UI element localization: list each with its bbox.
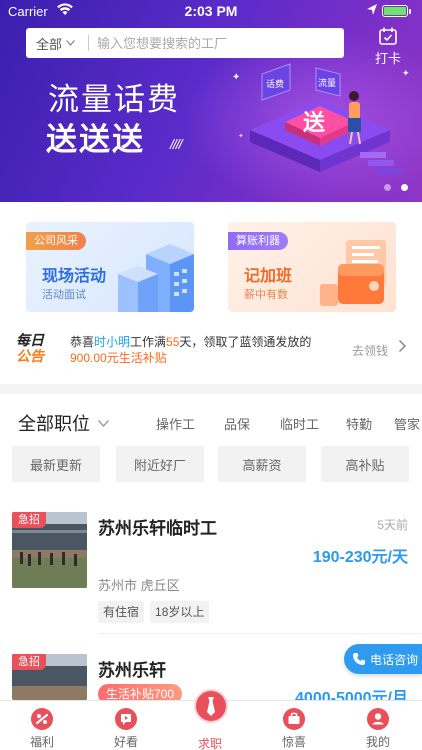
chevron-down-icon <box>66 40 75 46</box>
category-tab[interactable]: 特勤 <box>346 414 394 433</box>
category-tab[interactable]: 操作工 <box>156 414 224 433</box>
job-tags: 有住宿 18岁以上 <box>98 601 210 623</box>
clock: 2:03 PM <box>184 3 238 19</box>
banner-slashes: //// <box>170 136 183 152</box>
battery-icon <box>382 5 411 17</box>
tab-label: 惊喜 <box>281 735 306 749</box>
tab-video[interactable]: 好看 <box>84 701 168 750</box>
carousel-dot[interactable] <box>384 184 391 191</box>
carousel-indicator[interactable] <box>384 184 408 191</box>
phone-consult-label: 电话咨询 <box>370 652 419 667</box>
all-positions-dropdown[interactable]: 全部职位 <box>18 410 109 436</box>
wallet-icon <box>320 240 386 306</box>
sign-left-text: 话费 <box>266 78 284 90</box>
promo-card-events[interactable]: 公司风采 现场活动 活动面试 <box>26 222 194 312</box>
quick-filter-chips: 最新更新 附近好厂 高薪资 高补贴 <box>12 446 422 482</box>
search-scope-select[interactable]: 全部 <box>26 34 88 53</box>
notice-name: 时小明 <box>94 335 131 349</box>
calendar-check-icon <box>379 27 397 45</box>
search-bar[interactable]: 全部 <box>26 28 344 58</box>
position-filter-row: 全部职位 操作工 品保 临时工 特勤 管家 <box>0 404 422 440</box>
job-divider <box>98 633 422 634</box>
chevron-right-icon[interactable] <box>398 339 407 353</box>
svg-text:✦: ✦ <box>232 72 240 83</box>
job-posted-time: 5天前 <box>377 518 408 532</box>
category-tabs: 操作工 品保 临时工 特勤 管家 <box>156 414 422 433</box>
buildings-icon <box>118 244 194 312</box>
job-title: 苏州乐轩临时工 <box>98 519 217 538</box>
promo-card-overtime[interactable]: 算账利器 记加班 薪中有数 <box>228 222 396 312</box>
chip-nearby[interactable]: 附近好厂 <box>116 446 204 482</box>
promo-tag: 算账利器 <box>228 232 288 250</box>
sign-right-text: 流量 <box>318 77 336 89</box>
daily-notice-logo-line1: 每日 <box>16 332 44 348</box>
notice-amount: 900.00元生活补贴 <box>70 351 167 365</box>
tab-label: 求职 <box>197 737 222 750</box>
urgent-badge: 急招 <box>12 512 46 528</box>
urgent-badge: 急招 <box>12 654 46 670</box>
tab-label: 我的 <box>365 735 390 749</box>
search-scope-label: 全部 <box>36 36 63 52</box>
all-positions-label: 全部职位 <box>18 414 90 434</box>
claim-money-link[interactable]: 去领钱 <box>352 342 388 359</box>
tab-label: 福利 <box>29 735 54 749</box>
chip-latest[interactable]: 最新更新 <box>12 446 100 482</box>
daily-notice-logo: 每日 公告 <box>16 332 50 364</box>
category-tab[interactable]: 管家 <box>394 414 422 433</box>
notice-mid: 工作满 <box>130 335 167 349</box>
notice-days: 55 <box>166 335 180 349</box>
tab-welfare[interactable]: 福利 <box>0 701 84 750</box>
svg-text:送: 送 <box>303 110 325 136</box>
search-input[interactable] <box>89 28 344 58</box>
profile-icon <box>367 708 389 730</box>
job-tag: 有住宿 <box>98 601 145 623</box>
carousel-dot-active[interactable] <box>401 184 408 191</box>
job-title: 苏州乐轩 <box>98 661 166 680</box>
chip-high-salary[interactable]: 高薪资 <box>218 446 306 482</box>
chip-high-subsidy[interactable]: 高补贴 <box>321 446 409 482</box>
top-banner[interactable]: Carrier 2:03 PM 全部 打卡 流量话费 送送送 //// <box>0 0 422 202</box>
chevron-down-icon <box>98 419 109 427</box>
phone-consult-button[interactable]: 电话咨询 <box>344 644 422 674</box>
sign-left: 话费 <box>261 63 291 101</box>
promo-subtitle: 活动面试 <box>42 289 86 301</box>
banner-illustration: 送 话费 流量 ✦ ✦ ✦ <box>232 63 410 174</box>
status-bar: Carrier 2:03 PM <box>0 0 422 22</box>
phone-icon <box>353 653 365 665</box>
promo-title: 记加班 <box>244 268 293 285</box>
promo-subtitle: 薪中有数 <box>244 289 288 301</box>
svg-text:✦: ✦ <box>238 132 244 140</box>
tie-icon <box>194 689 228 723</box>
job-tag: 18岁以上 <box>150 601 210 623</box>
banner-title-line1: 流量话费 <box>48 82 180 117</box>
bottom-tab-bar: 福利 好看 求职 惊喜 我的 <box>0 689 422 750</box>
daily-notice[interactable]: 每日 公告 恭喜时小明工作满55天，领取了蓝领通发放的 900.00元生活补贴 … <box>0 326 422 372</box>
welfare-icon <box>31 708 53 730</box>
location-arrow-icon <box>367 4 377 15</box>
job-thumbnail: 急招 <box>12 512 87 588</box>
tab-surprise[interactable]: 惊喜 <box>252 701 336 750</box>
promo-title: 现场活动 <box>42 268 107 285</box>
svg-text:✦: ✦ <box>402 69 410 79</box>
category-tab[interactable]: 临时工 <box>280 414 346 433</box>
banner-title-line2: 送送送 <box>46 122 145 157</box>
notice-prefix: 恭喜 <box>70 335 95 349</box>
daily-notice-text: 恭喜时小明工作满55天，领取了蓝领通发放的 900.00元生活补贴 <box>70 334 311 366</box>
job-salary: 190-230元/天 <box>312 549 408 566</box>
category-tab[interactable]: 品保 <box>224 414 280 433</box>
tab-jobs[interactable]: 求职 <box>168 689 252 750</box>
gift-bag-icon <box>283 708 305 730</box>
tab-profile[interactable]: 我的 <box>336 701 420 750</box>
job-thumbnail: 急招 <box>12 654 87 700</box>
job-location: 苏州市 虎丘区 <box>98 578 180 593</box>
sign-right: 流量 <box>315 67 341 97</box>
notice-suffix: 天，领取了蓝领通发放的 <box>179 335 312 349</box>
promo-tag: 公司风采 <box>26 232 86 250</box>
video-icon <box>115 708 137 730</box>
section-separator <box>0 384 422 394</box>
daily-notice-logo-line2: 公告 <box>16 348 44 364</box>
tab-label: 好看 <box>113 735 138 749</box>
